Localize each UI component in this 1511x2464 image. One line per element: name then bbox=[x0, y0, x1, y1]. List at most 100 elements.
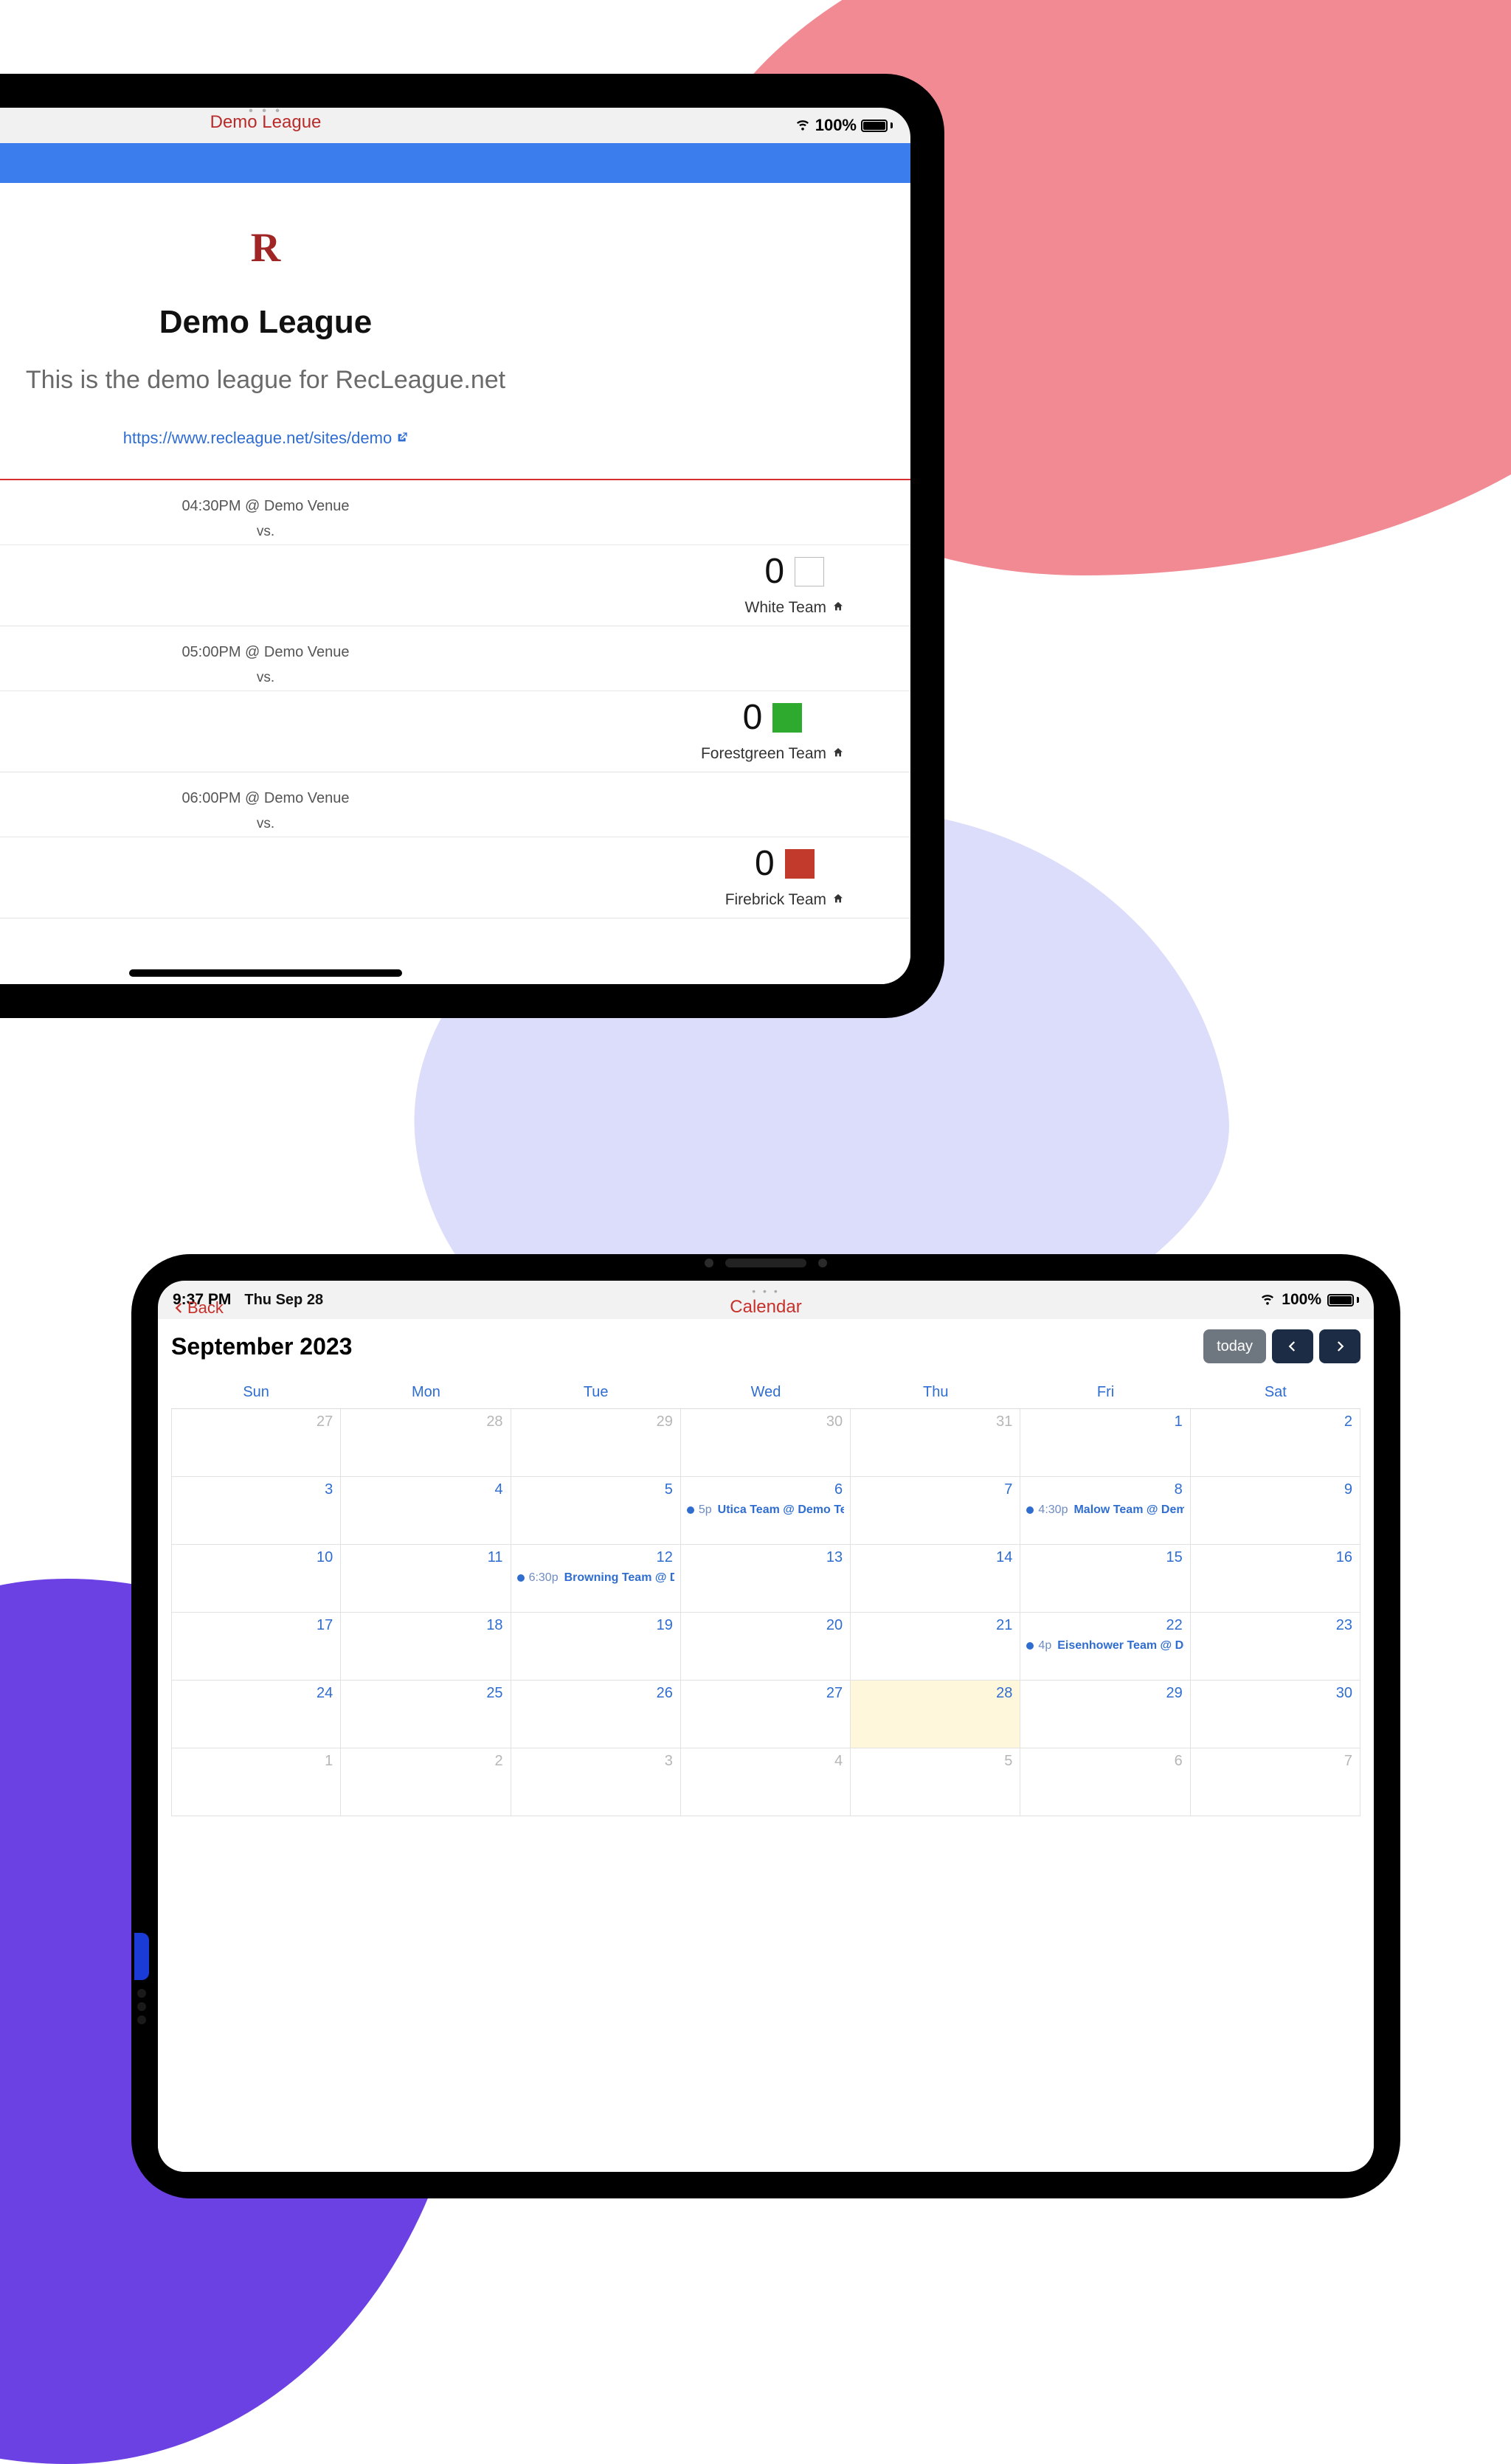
calendar-cell[interactable]: 24 bbox=[171, 1681, 341, 1748]
league-website-url: https://www.recleague.net/sites/demo bbox=[123, 429, 392, 448]
event-label: Browning Team @ Dem bbox=[564, 1571, 674, 1585]
calendar-day-number: 21 bbox=[996, 1617, 1012, 1634]
event-time: 5p bbox=[699, 1503, 712, 1517]
calendar-cell[interactable]: 1 bbox=[171, 1748, 341, 1816]
calendar-cell[interactable]: 31 bbox=[851, 1409, 1020, 1477]
device-tablet-2: 9:37 PM Thu Sep 28 Back • • • Calendar 1… bbox=[131, 1254, 1400, 2198]
home-icon bbox=[832, 599, 844, 617]
calendar-cell[interactable]: 4 bbox=[681, 1748, 851, 1816]
game-block[interactable]: 04:30PM @ Demo Venuevs.0White Team bbox=[0, 480, 910, 626]
calendar-cell[interactable]: 84:30pMalow Team @ Demo T bbox=[1020, 1477, 1190, 1545]
prev-month-button[interactable] bbox=[1272, 1329, 1313, 1363]
game-body: m0Firebrick Team bbox=[0, 837, 910, 918]
calendar-day-number: 30 bbox=[826, 1413, 843, 1430]
calendar-cell[interactable]: 27 bbox=[171, 1409, 341, 1477]
calendar-day-number: 31 bbox=[996, 1413, 1012, 1430]
calendar-cell[interactable]: 27 bbox=[681, 1681, 851, 1748]
calendar-cell[interactable]: 2 bbox=[341, 1748, 511, 1816]
calendar-event[interactable]: 6:30pBrowning Team @ Dem bbox=[517, 1571, 674, 1585]
calendar-cell[interactable]: 5 bbox=[511, 1477, 681, 1545]
calendar-cell[interactable]: 17 bbox=[171, 1613, 341, 1681]
calendar-cell[interactable]: 15 bbox=[1020, 1545, 1190, 1613]
grab-handle-icon: • • • bbox=[158, 1285, 1374, 1297]
calendar-cell[interactable]: 7 bbox=[851, 1477, 1020, 1545]
calendar-cell[interactable]: 30 bbox=[1191, 1681, 1360, 1748]
today-button-label: today bbox=[1217, 1338, 1253, 1355]
calendar-cell[interactable]: 20 bbox=[681, 1613, 851, 1681]
status-bar: 9:37 PM Thu Sep 28 Back • • • Calendar 1… bbox=[158, 1281, 1374, 1319]
calendar-cell[interactable]: 3 bbox=[511, 1748, 681, 1816]
calendar-cell[interactable]: 1 bbox=[1020, 1409, 1190, 1477]
calendar-dow: Sun bbox=[171, 1377, 341, 1408]
home-team-name: Forestgreen Team bbox=[701, 745, 844, 763]
today-button[interactable]: today bbox=[1203, 1329, 1266, 1363]
calendar-day-number: 1 bbox=[1175, 1413, 1183, 1430]
event-time: 4p bbox=[1038, 1639, 1051, 1653]
chevron-right-icon bbox=[1333, 1340, 1346, 1353]
calendar-cell[interactable]: 16 bbox=[1191, 1545, 1360, 1613]
league-description: This is the demo league for RecLeague.ne… bbox=[0, 366, 896, 395]
calendar-day-number: 18 bbox=[486, 1617, 502, 1634]
chevron-left-icon bbox=[1286, 1340, 1299, 1353]
calendar-day-number: 1 bbox=[325, 1753, 333, 1770]
calendar-event[interactable]: 4:30pMalow Team @ Demo T bbox=[1026, 1503, 1183, 1517]
calendar-cell[interactable]: 6 bbox=[1020, 1748, 1190, 1816]
calendar-cell[interactable]: 4 bbox=[341, 1477, 511, 1545]
calendar-day-number: 10 bbox=[317, 1549, 333, 1566]
device-tablet-1: • • • Demo League 100% e us a 5-star rat… bbox=[0, 74, 944, 1018]
calendar-cell[interactable]: 2 bbox=[1191, 1409, 1360, 1477]
next-month-button[interactable] bbox=[1319, 1329, 1360, 1363]
calendar-day-number: 28 bbox=[996, 1685, 1012, 1702]
calendar-cell[interactable]: 5 bbox=[851, 1748, 1020, 1816]
calendar-day-number: 11 bbox=[488, 1549, 503, 1566]
calendar-cell[interactable]: 3 bbox=[171, 1477, 341, 1545]
calendar-cell[interactable]: 13 bbox=[681, 1545, 851, 1613]
calendar-dow: Tue bbox=[511, 1377, 681, 1408]
rating-banner[interactable]: e us a 5-star rating. ★ ★ ★ ★ ★ bbox=[0, 143, 910, 183]
calendar-cell[interactable]: 7 bbox=[1191, 1748, 1360, 1816]
game-block[interactable]: 05:00PM @ Demo Venuevs.0Forestgreen Team bbox=[0, 626, 910, 772]
calendar-cell[interactable]: 21 bbox=[851, 1613, 1020, 1681]
calendar-cell[interactable]: 9 bbox=[1191, 1477, 1360, 1545]
calendar-cell[interactable]: 23 bbox=[1191, 1613, 1360, 1681]
calendar-cell[interactable]: 65pUtica Team @ Demo Team bbox=[681, 1477, 851, 1545]
calendar-day-number: 22 bbox=[1166, 1617, 1182, 1634]
game-block[interactable]: 06:00PM @ Demo Venuevs.m0Firebrick Team bbox=[0, 772, 910, 918]
calendar-day-number: 7 bbox=[1004, 1481, 1012, 1498]
calendar-cell[interactable]: 14 bbox=[851, 1545, 1020, 1613]
calendar-cell[interactable]: 29 bbox=[1020, 1681, 1190, 1748]
calendar-cell[interactable]: 22 4p Eisenhower Team @ Demo bbox=[1020, 1613, 1190, 1681]
game-vs-label: vs. bbox=[0, 670, 903, 686]
calendar-cell[interactable]: 19 bbox=[511, 1613, 681, 1681]
game-time-venue: 06:00PM @ Demo Venue bbox=[181, 790, 349, 806]
navbar-title: Demo League bbox=[0, 112, 910, 133]
game-body: 0Forestgreen Team bbox=[0, 691, 910, 772]
calendar-day-number: 16 bbox=[1336, 1549, 1352, 1566]
calendar-cell[interactable]: 28 bbox=[851, 1681, 1020, 1748]
device-notch bbox=[705, 1259, 827, 1267]
calendar-cell[interactable]: 11 bbox=[341, 1545, 511, 1613]
calendar-day-number: 5 bbox=[665, 1481, 673, 1498]
event-label: Eisenhower Team @ Demo bbox=[1057, 1639, 1183, 1653]
calendar-day-number: 6 bbox=[1175, 1753, 1183, 1770]
calendar-day-number: 2 bbox=[494, 1753, 502, 1770]
calendar-event[interactable]: 5pUtica Team @ Demo Team bbox=[687, 1503, 844, 1517]
calendar-event[interactable]: 4p Eisenhower Team @ Demo bbox=[1026, 1639, 1183, 1653]
device1-screen: • • • Demo League 100% e us a 5-star rat… bbox=[0, 108, 910, 984]
calendar-day-number: 13 bbox=[826, 1549, 843, 1566]
calendar-day-number: 27 bbox=[317, 1413, 333, 1430]
calendar-cell[interactable]: 26 bbox=[511, 1681, 681, 1748]
calendar-cell[interactable]: 28 bbox=[341, 1409, 511, 1477]
calendar-cell[interactable]: 30 bbox=[681, 1409, 851, 1477]
calendar-cell[interactable]: 25 bbox=[341, 1681, 511, 1748]
home-indicator[interactable] bbox=[129, 969, 402, 977]
calendar-day-number: 20 bbox=[826, 1617, 843, 1634]
league-website-link[interactable]: https://www.recleague.net/sites/demo bbox=[123, 429, 408, 448]
game-time-venue: 04:30PM @ Demo Venue bbox=[181, 498, 349, 514]
calendar-cell[interactable]: 18 bbox=[341, 1613, 511, 1681]
calendar-grid: 27282930311234565pUtica Team @ Demo Team… bbox=[171, 1409, 1360, 1816]
calendar-cell[interactable]: 10 bbox=[171, 1545, 341, 1613]
calendar-cell[interactable]: 126:30pBrowning Team @ Dem bbox=[511, 1545, 681, 1613]
calendar-cell[interactable]: 29 bbox=[511, 1409, 681, 1477]
game-header: 05:00PM @ Demo Venuevs. bbox=[0, 626, 910, 691]
